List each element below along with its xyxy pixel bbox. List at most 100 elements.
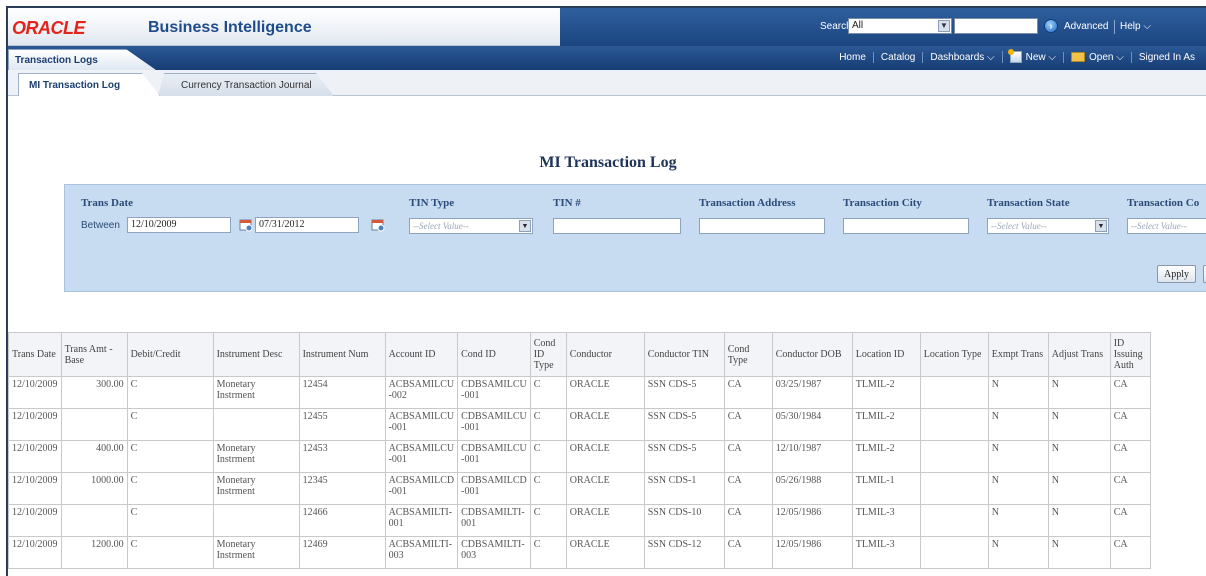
tab-mi-transaction-log[interactable]: MI Transaction Log (18, 73, 160, 96)
column-header[interactable]: Conductor (565, 332, 645, 377)
table-cell: C (126, 536, 214, 569)
table-cell: C (126, 472, 214, 505)
table-cell: CA (1109, 408, 1151, 441)
search-go-icon[interactable]: › (1044, 19, 1058, 33)
catalog-label: Catalog (880, 51, 916, 63)
table-cell: 12/10/2009 (8, 472, 62, 505)
table-row: 12/10/2009 300.00 C Monetary Instrment 12454… (8, 376, 1151, 409)
table-cell: SSN CDS-12 (643, 536, 725, 569)
table-cell: C (529, 504, 567, 537)
table-cell: 12/05/1986 (771, 504, 853, 537)
chevron-down-icon[interactable]: ▼ (519, 220, 531, 232)
table-cell (60, 408, 128, 441)
chevron-down-icon[interactable]: ▼ (938, 20, 950, 32)
column-header[interactable]: Location Type (919, 332, 989, 377)
folder-icon (1071, 52, 1086, 62)
table-cell: Monetary Instrment (212, 536, 300, 569)
home-link[interactable]: Home (832, 52, 873, 63)
table-cell: ORACLE (565, 536, 645, 569)
table-cell: 12466 (298, 504, 386, 537)
column-header[interactable]: Trans Date (8, 332, 62, 377)
table-cell: ORACLE (565, 408, 645, 441)
column-header[interactable]: Trans Amt - Base (60, 332, 128, 377)
new-label: New ⌵ (1025, 51, 1057, 63)
dashboards-label: Dashboards ⌵ (930, 51, 995, 63)
transaction-country-select[interactable]: --Select Value-- (1127, 218, 1206, 234)
transaction-city-input[interactable] (843, 218, 969, 234)
tin-type-placeholder: --Select Value-- (413, 221, 469, 231)
trans-date-from-input[interactable]: 12/10/2009 (127, 217, 231, 233)
table-cell: 12/10/2009 (8, 504, 62, 537)
transaction-country-label: Transaction Co (1127, 197, 1200, 209)
search-scope-select[interactable]: All ▼ (848, 18, 952, 34)
chevron-down-icon[interactable]: ▼ (1095, 220, 1107, 232)
top-header: ORACLE Business Intelligence Search All … (8, 8, 1206, 46)
column-header[interactable]: Instrument Num (298, 332, 386, 377)
calendar-icon[interactable] (239, 218, 253, 232)
table-header-row: Trans Date Trans Amt - Base Debit/Credit In… (8, 332, 1151, 377)
table-cell: C (126, 408, 214, 441)
transaction-state-select[interactable]: --Select Value-- ▼ (987, 218, 1109, 234)
column-header[interactable]: Adjust Trans (1047, 332, 1111, 377)
open-menu[interactable]: Open ⌵ (1063, 51, 1131, 63)
table-cell: TLMIL-2 (851, 440, 921, 473)
table-cell: SSN CDS-10 (643, 504, 725, 537)
table-cell: 12345 (298, 472, 386, 505)
table-cell: TLMIL-2 (851, 408, 921, 441)
table-cell: C (126, 504, 214, 537)
table-cell: CA (723, 504, 773, 537)
table-row: 12/10/2009 C 12466 ACBSAMILTI- 001 CDBSAMILT… (8, 504, 1151, 537)
column-header[interactable]: Cond ID (457, 332, 531, 377)
table-cell: Monetary Instrment (212, 472, 300, 505)
trans-date-label: Trans Date (81, 197, 134, 209)
filter-panel: Trans Date Between 12/10/2009 07/31/2012… (64, 184, 1206, 292)
tab-currency-transaction-journal[interactable]: Currency Transaction Journal (158, 73, 334, 96)
column-header[interactable]: Cond ID Type (529, 332, 567, 377)
transaction-address-input[interactable] (699, 218, 825, 234)
column-header[interactable]: ID Issuing Auth (1109, 332, 1151, 377)
table-cell: TLMIL-2 (851, 376, 921, 409)
column-header[interactable]: Location ID (851, 332, 921, 377)
table-cell (919, 472, 989, 505)
help-menu[interactable]: Help ⌵ (1120, 21, 1151, 32)
calendar-icon[interactable] (371, 218, 385, 232)
catalog-link[interactable]: Catalog (872, 51, 922, 63)
app-window: ORACLE Business Intelligence Search All … (6, 6, 1206, 576)
transaction-table: Trans Date Trans Amt - Base Debit/Credit In… (8, 332, 1151, 569)
table-cell: 1200.00 (60, 536, 128, 569)
tin-no-input[interactable] (553, 218, 681, 234)
table-cell: 1000.00 (60, 472, 128, 505)
advanced-search-link[interactable]: Advanced (1064, 21, 1108, 32)
table-cell: CDBSAMILCU -001 (457, 408, 531, 441)
column-header[interactable]: Conductor DOB (771, 332, 853, 377)
column-header[interactable]: Exmpt Trans (987, 332, 1049, 377)
signed-in-menu[interactable]: Signed In As (1130, 51, 1202, 63)
table-cell: N (987, 376, 1049, 409)
table-cell (60, 504, 128, 537)
column-header[interactable]: Debit/Credit (126, 332, 214, 377)
table-cell: 300.00 (60, 376, 128, 409)
search-input[interactable] (954, 18, 1038, 34)
table-cell: 03/25/1987 (771, 376, 853, 409)
apply-button[interactable]: Apply (1157, 265, 1196, 283)
trans-date-to-input[interactable]: 07/31/2012 (255, 217, 359, 233)
column-header[interactable]: Cond Type (723, 332, 773, 377)
column-header[interactable]: Conductor TIN (643, 332, 725, 377)
tin-type-select[interactable]: --Select Value-- ▼ (409, 218, 533, 234)
table-cell (919, 536, 989, 569)
search-scope-value: All (852, 20, 864, 31)
table-cell: 12469 (298, 536, 386, 569)
table-row: 12/10/2009 400.00 C Monetary Instrment 12453… (8, 440, 1151, 473)
table-cell: CA (723, 408, 773, 441)
column-header[interactable]: Instrument Desc (212, 332, 300, 377)
table-cell: C (529, 472, 567, 505)
dashboards-menu[interactable]: Dashboards ⌵ (922, 51, 1001, 63)
table-cell: C (529, 536, 567, 569)
table-cell: N (1047, 472, 1111, 505)
table-cell: CDBSAMILCD -001 (457, 472, 531, 505)
table-cell: CA (723, 536, 773, 569)
table-cell (212, 408, 300, 441)
new-menu[interactable]: New ⌵ (1001, 49, 1063, 63)
table-cell: C (529, 376, 567, 409)
column-header[interactable]: Account ID (384, 332, 459, 377)
